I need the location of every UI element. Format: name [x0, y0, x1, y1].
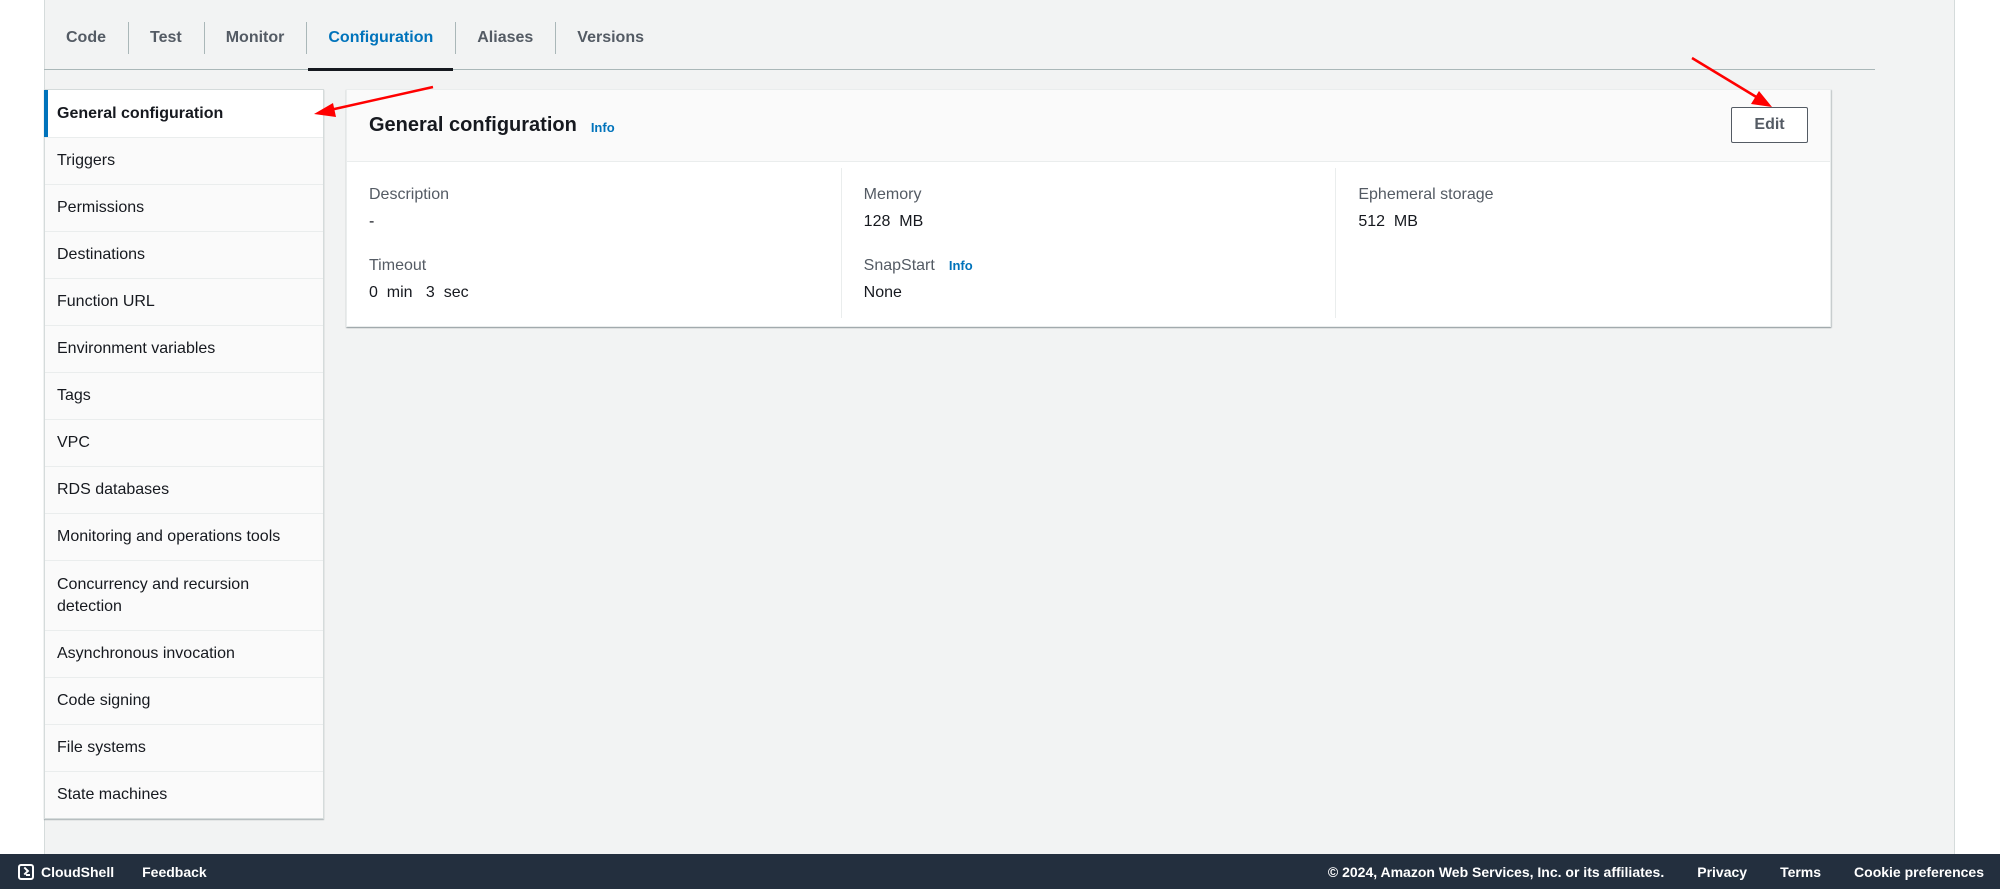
function-tabs: Code Test Monitor Configuration Aliases …	[44, 0, 1875, 71]
column-3: Ephemeral storage 512 MB	[1335, 168, 1830, 318]
sidebar-item-asynchronous-invocation[interactable]: Asynchronous invocation	[45, 630, 323, 677]
sidebar-item-label: Permissions	[57, 199, 145, 216]
edit-button[interactable]: Edit	[1731, 107, 1808, 143]
panel-title: General configuration	[369, 114, 577, 136]
tab-label: Versions	[577, 29, 644, 46]
privacy-link[interactable]: Privacy	[1697, 864, 1747, 880]
footer-right: © 2024, Amazon Web Services, Inc. or its…	[1295, 864, 2000, 880]
sidebar-item-destinations[interactable]: Destinations	[45, 231, 323, 278]
snapstart-label: SnapStart	[863, 257, 935, 274]
memory-label: Memory	[863, 186, 922, 203]
tab-label: Configuration	[328, 29, 434, 46]
cloudshell-label: CloudShell	[41, 863, 115, 880]
column-2: Memory 128 MB SnapStart Info None	[840, 168, 1336, 318]
info-link[interactable]: Info	[591, 120, 615, 135]
sidebar-item-label: Code signing	[57, 692, 151, 709]
cloudshell-button[interactable]: CloudShell	[0, 863, 115, 880]
feedback-link[interactable]: Feedback	[142, 864, 207, 880]
timeout-label: Timeout	[369, 257, 427, 274]
tab-label: Aliases	[477, 29, 534, 46]
sidebar-item-vpc[interactable]: VPC	[45, 419, 323, 466]
memory-field: Memory 128 MB	[864, 184, 1314, 233]
sidebar-item-concurrency-and-recursion-detection[interactable]: Concurrency and recursion detection	[45, 560, 323, 630]
sidebar-item-label: State machines	[57, 786, 168, 803]
sidebar-item-monitoring-and-operations-tools[interactable]: Monitoring and operations tools	[45, 513, 323, 560]
ephemeral-storage-field: Ephemeral storage 512 MB	[1358, 184, 1808, 233]
tab-test[interactable]: Test	[128, 0, 204, 70]
description-label: Description	[369, 186, 450, 203]
sidebar-item-function-url[interactable]: Function URL	[45, 278, 323, 325]
ephemeral-storage-label: Ephemeral storage	[1358, 186, 1494, 203]
sidebar-item-label: File systems	[57, 739, 146, 756]
memory-value: 128 MB	[863, 213, 924, 230]
sidebar-item-label: RDS databases	[57, 481, 170, 498]
sidebar-item-label: Monitoring and operations tools	[57, 528, 281, 545]
tab-label: Code	[66, 29, 106, 46]
panel-body: Description - Timeout 0 min 3 sec Memory…	[347, 162, 1830, 318]
sidebar-item-label: VPC	[57, 434, 90, 451]
description-value: -	[369, 213, 375, 230]
snapstart-field: SnapStart Info None	[864, 255, 1314, 304]
sidebar-item-file-systems[interactable]: File systems	[45, 724, 323, 771]
terms-link[interactable]: Terms	[1780, 864, 1821, 880]
sidebar-item-label: General configuration	[57, 104, 224, 122]
sidebar-item-rds-databases[interactable]: RDS databases	[45, 466, 323, 513]
panel-header: General configuration Info Edit	[347, 90, 1830, 162]
sidebar-item-label: Asynchronous invocation	[57, 645, 235, 662]
sidebar-item-code-signing[interactable]: Code signing	[45, 677, 323, 724]
cloudshell-terminal-icon	[18, 863, 34, 880]
configuration-sidebar: General configuration Triggers Permissio…	[44, 89, 324, 819]
sidebar-item-general-configuration[interactable]: General configuration	[44, 90, 323, 137]
sidebar-item-tags[interactable]: Tags	[45, 372, 323, 419]
sidebar-item-label: Function URL	[57, 293, 155, 310]
copyright-text: © 2024, Amazon Web Services, Inc. or its…	[1327, 863, 1665, 880]
tab-aliases[interactable]: Aliases	[455, 0, 555, 70]
sidebar-item-permissions[interactable]: Permissions	[45, 184, 323, 231]
ephemeral-storage-value: 512 MB	[1358, 213, 1418, 230]
sidebar-item-triggers[interactable]: Triggers	[45, 137, 323, 184]
sidebar-item-label: Destinations	[57, 246, 146, 263]
general-configuration-panel: General configuration Info Edit Descript…	[346, 89, 1831, 327]
snapstart-label-row: SnapStart Info	[864, 255, 1314, 277]
tab-monitor[interactable]: Monitor	[203, 0, 307, 70]
timeout-field: Timeout 0 min 3 sec	[369, 255, 819, 304]
tab-label: Test	[150, 29, 182, 46]
column-1: Description - Timeout 0 min 3 sec	[347, 168, 841, 318]
description-field: Description -	[369, 184, 819, 233]
cookie-preferences-link[interactable]: Cookie preferences	[1854, 864, 1984, 880]
sidebar-item-environment-variables[interactable]: Environment variables	[45, 325, 323, 372]
tab-configuration[interactable]: Configuration	[306, 0, 455, 71]
snapstart-info-link[interactable]: Info	[949, 255, 973, 277]
tab-code[interactable]: Code	[44, 0, 128, 70]
sidebar-item-label: Tags	[57, 387, 91, 404]
console-footer: CloudShell Feedback © 2024, Amazon Web S…	[0, 854, 2000, 889]
sidebar-item-label: Concurrency and recursion detection	[57, 575, 250, 615]
timeout-value: 0 min 3 sec	[369, 284, 469, 301]
tab-versions[interactable]: Versions	[555, 0, 666, 70]
snapstart-value: None	[863, 284, 902, 301]
tab-label: Monitor	[225, 29, 285, 46]
sidebar-item-state-machines[interactable]: State machines	[45, 771, 323, 818]
sidebar-item-label: Environment variables	[57, 340, 216, 357]
sidebar-item-label: Triggers	[57, 152, 116, 169]
